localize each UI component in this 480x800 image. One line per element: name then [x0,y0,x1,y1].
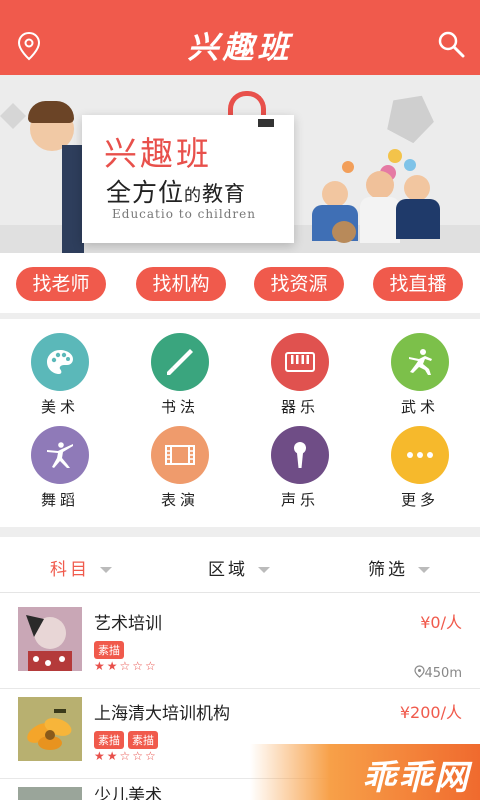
promo-banner[interactable]: 兴趣班 全方位的教育 Educatio to children [0,75,480,253]
banner-decoration [388,149,402,163]
list-item-tags: 素描 素描 [94,729,162,749]
banner-child-image [322,181,348,207]
category-art-label: 美术 [40,398,79,416]
category-martial-arts-circle [391,333,449,391]
category-martial-arts-label: 武术 [400,398,439,416]
category-more-label: 更多 [400,491,439,509]
category-performance-circle [151,426,209,484]
tag-badge: 素描 [94,731,124,749]
martial-icon [409,349,432,375]
category-art-circle [31,333,89,391]
section-divider [0,527,480,537]
subject-filter-label: 科目 [50,560,90,580]
rating-stars: ★★☆☆☆ [94,659,158,673]
banner-card: 兴趣班 全方位的教育 Educatio to children [82,115,294,243]
banner-card-subtitle-main: 全方位 [106,178,185,207]
banner-decoration [0,103,26,129]
palette-icon [47,350,73,374]
banner-decoration [404,159,416,171]
category-instrument-label: 器乐 [280,398,319,416]
piano-icon [285,352,315,372]
screen-filter[interactable]: 筛选 [368,555,431,580]
category-calligraphy-circle [151,333,209,391]
banner-card-subtitle-edu: 教育 [202,182,247,206]
list-item-tags: 素描 [94,639,128,659]
list-item-thumbnail [18,787,82,800]
rating-stars: ★★☆☆☆ [94,749,158,763]
subject-filter[interactable]: 科目 [50,555,113,580]
find-live-button[interactable]: 找直播 [373,267,463,301]
category-more-circle [391,426,449,484]
banner-decoration [380,85,442,147]
app-title: 兴趣班 [187,30,293,66]
location-pin-icon [413,665,425,678]
banner-card-subtitle-de: 的 [184,186,203,206]
list-item-price: ¥200/人 [399,703,462,722]
banner-toy-image [332,221,356,243]
microphone-icon [294,442,306,468]
category-instrument-circle [271,333,329,391]
flower-image [18,697,82,761]
tag-badge: 素描 [128,731,158,749]
banner-decoration [342,161,354,173]
quick-actions: 找老师 找机构 找资源 找直播 [0,253,480,313]
art-image [18,787,82,800]
banner-card-title: 兴趣班 [104,134,212,173]
list-item-thumbnail [18,607,82,671]
tag-badge: 素描 [94,641,124,659]
category-more[interactable]: 更多 [360,426,480,510]
banner-child-image [28,101,74,123]
category-martial-arts[interactable]: 武术 [360,333,480,417]
section-divider [0,313,480,319]
list-item-name: 艺术培训 [94,614,162,634]
category-vocal[interactable]: 声乐 [240,426,360,510]
banner-child-image [404,175,430,201]
list-item-name: 少儿美术 [94,786,162,800]
category-dance-label: 舞蹈 [40,491,79,509]
area-filter-label: 区域 [208,560,248,580]
banner-child-image [360,197,400,243]
find-institution-button[interactable]: 找机构 [136,267,226,301]
list-item-thumbnail [18,697,82,761]
category-vocal-label: 声乐 [280,491,319,509]
category-performance-label: 表演 [160,491,199,509]
banner-card-subtitle: 全方位的教育 [106,173,246,209]
banner-decoration [258,119,274,127]
category-calligraphy[interactable]: 书法 [120,333,240,417]
chevron-down-icon [418,567,431,573]
chevron-down-icon [258,567,271,573]
category-vocal-circle [271,426,329,484]
banner-child-image [396,199,440,239]
category-dance-circle [31,426,89,484]
category-dance[interactable]: 舞蹈 [0,426,120,510]
app-header: 兴趣班 [0,0,480,75]
portrait-image [18,607,82,671]
watermark-text: 乖乖网 [362,758,470,798]
dance-icon [47,442,73,468]
list-item[interactable]: 艺术培训 ¥0/人 素描 ★★☆☆☆ 450m [0,599,480,689]
site-watermark: 乖乖网 [250,744,480,800]
banner-child-image [62,145,84,253]
screen-filter-label: 筛选 [368,560,408,580]
category-instrument[interactable]: 器乐 [240,333,360,417]
area-filter[interactable]: 区域 [208,555,271,580]
more-icon [407,452,433,458]
banner-child-image [366,171,394,199]
category-performance[interactable]: 表演 [120,426,240,510]
search-icon[interactable] [437,30,465,58]
category-calligraphy-label: 书法 [160,398,199,416]
find-teacher-button[interactable]: 找老师 [16,267,106,301]
banner-card-english: Educatio to children [112,207,256,221]
list-item-distance: 450m [413,665,462,681]
brush-icon [167,349,193,375]
list-item-distance-value: 450m [424,666,462,681]
list-item-price: ¥0/人 [420,613,462,632]
film-icon [165,445,195,465]
category-art[interactable]: 美术 [0,333,120,417]
list-item-name: 上海清大培训机构 [94,704,230,724]
chevron-down-icon [100,567,113,573]
filter-bar: 科目 区域 筛选 [0,537,480,593]
find-resource-button[interactable]: 找资源 [254,267,344,301]
